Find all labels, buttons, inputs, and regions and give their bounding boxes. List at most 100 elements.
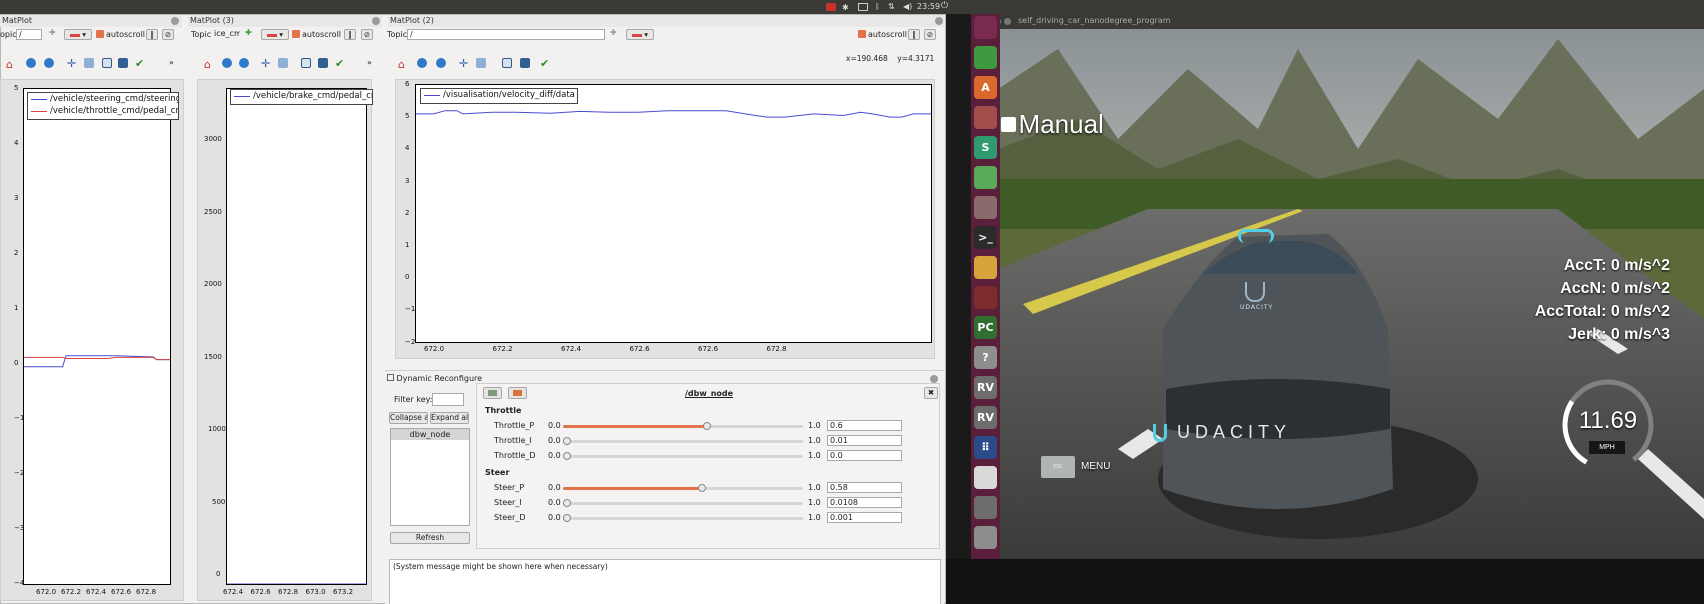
zoom-icon[interactable] <box>476 58 486 68</box>
back-icon[interactable] <box>222 58 232 68</box>
matplot3-pause-button[interactable]: ‖ <box>344 29 356 40</box>
check-icon[interactable]: ✔ <box>335 57 344 70</box>
filter-key-input[interactable] <box>432 393 464 406</box>
param-slider-handle[interactable] <box>703 422 711 430</box>
manual-checkbox[interactable] <box>1001 117 1016 132</box>
param-value-input[interactable]: 0.01 <box>827 435 902 446</box>
matplot1-figure[interactable]: /vehicle/steering_cmd/steering_wheel_ang… <box>0 79 184 601</box>
zoom-icon[interactable] <box>84 58 94 68</box>
param-slider[interactable] <box>563 437 803 445</box>
matplot2-close-icon[interactable] <box>935 17 943 25</box>
save-icon[interactable] <box>520 58 530 68</box>
matplot1-clear-button[interactable]: ⊘ <box>162 29 174 40</box>
matplot1-pause-button[interactable]: ‖ <box>146 29 158 40</box>
clock[interactable]: 23:59 <box>917 2 940 11</box>
param-slider[interactable] <box>563 499 803 507</box>
matplot3-topic-input[interactable]: ice_cmd <box>212 29 240 40</box>
forward-icon[interactable] <box>436 58 446 68</box>
text-editor-icon[interactable] <box>974 466 997 489</box>
ubuntu-icon[interactable] <box>974 16 997 39</box>
collapse-all-button[interactable]: Collapse all <box>389 412 428 424</box>
param-slider-handle[interactable] <box>563 437 571 445</box>
forward-icon[interactable] <box>44 58 54 68</box>
param-value-input[interactable]: 0.0108 <box>827 497 902 508</box>
home-icon[interactable]: ⌂ <box>204 58 211 71</box>
matplot3-clear-button[interactable]: ⊘ <box>361 29 373 40</box>
save-icon[interactable] <box>118 58 128 68</box>
param-value-input[interactable]: 0.001 <box>827 512 902 523</box>
back-icon[interactable] <box>417 58 427 68</box>
pan-icon[interactable]: ✛ <box>261 57 270 70</box>
keyboard-icon[interactable] <box>858 3 868 11</box>
check-icon[interactable]: ✔ <box>540 57 549 70</box>
manual-toggle[interactable]: Manual <box>1001 109 1104 140</box>
media-icon[interactable] <box>974 286 997 309</box>
node-list-item[interactable]: dbw_node <box>391 429 469 440</box>
param-slider[interactable] <box>563 452 803 460</box>
subplots-icon[interactable] <box>102 58 112 68</box>
bluetooth-icon[interactable]: ᛒ <box>875 2 880 11</box>
matplot2-clear-button[interactable]: ⊘ <box>924 29 936 40</box>
apps-grid-icon[interactable]: ⠿ <box>974 436 997 459</box>
simulator-viewport[interactable]: UDACITY UDACITY Manual AccT: 0 m/s^2 Acc… <box>998 29 1704 559</box>
matplot1-add-topic-icon[interactable]: ✚ <box>49 28 59 40</box>
rviz-icon[interactable]: RV <box>974 376 997 399</box>
matplot1-autoscroll-checkbox[interactable] <box>96 30 104 38</box>
pan-icon[interactable]: ✛ <box>459 57 468 70</box>
matplot1-close-icon[interactable] <box>171 17 179 25</box>
settings-icon[interactable] <box>974 106 997 129</box>
help-icon[interactable]: ? <box>974 346 997 369</box>
param-slider[interactable] <box>563 514 803 522</box>
matplot2-topic-input[interactable]: / <box>407 29 605 40</box>
back-icon[interactable] <box>26 58 36 68</box>
matplot3-series-color-select[interactable]: ▾ <box>261 29 289 40</box>
param-slider-handle[interactable] <box>563 514 571 522</box>
param-slider[interactable] <box>563 484 803 492</box>
matplot2-figure[interactable]: /visualisation/velocity_diff/data 6 5 4 3 2 1… <box>395 79 935 359</box>
matplot3-add-topic-icon[interactable]: ✚ <box>245 28 252 37</box>
chrome-icon[interactable] <box>974 256 997 279</box>
matplot3-close-icon[interactable] <box>372 17 380 25</box>
forward-icon[interactable] <box>239 58 249 68</box>
param-slider-handle[interactable] <box>698 484 707 492</box>
param-slider[interactable] <box>563 422 803 430</box>
param-slider-handle[interactable] <box>563 499 571 507</box>
save-icon[interactable] <box>318 58 328 68</box>
param-value-input[interactable]: 0.58 <box>827 482 902 493</box>
matplot2-autoscroll-checkbox[interactable] <box>858 30 866 38</box>
param-slider-handle[interactable] <box>563 452 571 460</box>
matplot2-pause-button[interactable]: ‖ <box>908 29 920 40</box>
rviz-icon[interactable]: RV <box>974 406 997 429</box>
matplot1-axes[interactable] <box>23 88 171 585</box>
matplot3-autoscroll-checkbox[interactable] <box>292 30 300 38</box>
terminal-icon[interactable]: >_ <box>974 226 997 249</box>
matplot2-axes[interactable] <box>415 84 932 343</box>
check-icon[interactable]: ✔ <box>135 57 144 70</box>
power-icon[interactable]: ⏻ <box>941 1 948 11</box>
refresh-button[interactable]: Refresh <box>390 532 470 544</box>
volume-icon[interactable]: ◀) <box>903 2 912 11</box>
more-button[interactable]: » <box>169 58 174 67</box>
trash-icon[interactable] <box>974 526 997 549</box>
spreadsheet-icon[interactable] <box>974 46 997 69</box>
dropbox-icon[interactable]: ✱ <box>842 3 849 12</box>
files-icon[interactable] <box>974 196 997 219</box>
reconfigure-close-icon[interactable] <box>930 375 938 383</box>
slack-icon[interactable]: S <box>974 136 997 159</box>
matplot2-series-color-select[interactable]: ▾ <box>626 29 654 40</box>
param-value-input[interactable]: 0.0 <box>827 450 902 461</box>
subplots-icon[interactable] <box>502 58 512 68</box>
home-icon[interactable]: ⌂ <box>6 58 13 71</box>
esc-button[interactable]: ESC <box>1041 456 1075 478</box>
drive-icon[interactable] <box>974 496 997 519</box>
browser-icon[interactable] <box>974 166 997 189</box>
matplot2-add-topic-icon[interactable]: ✚ <box>610 28 617 37</box>
subplots-icon[interactable] <box>301 58 311 68</box>
close-node-button[interactable]: ✖ <box>924 387 938 399</box>
zoom-icon[interactable] <box>278 58 288 68</box>
more-button[interactable]: » <box>367 58 372 67</box>
matplot1-series-color-select[interactable]: ▾ <box>64 29 92 40</box>
expand-all-button[interactable]: Expand all <box>430 412 469 424</box>
matplot1-topic-input[interactable]: / <box>16 29 42 40</box>
network-icon[interactable]: ⇅ <box>888 2 895 11</box>
